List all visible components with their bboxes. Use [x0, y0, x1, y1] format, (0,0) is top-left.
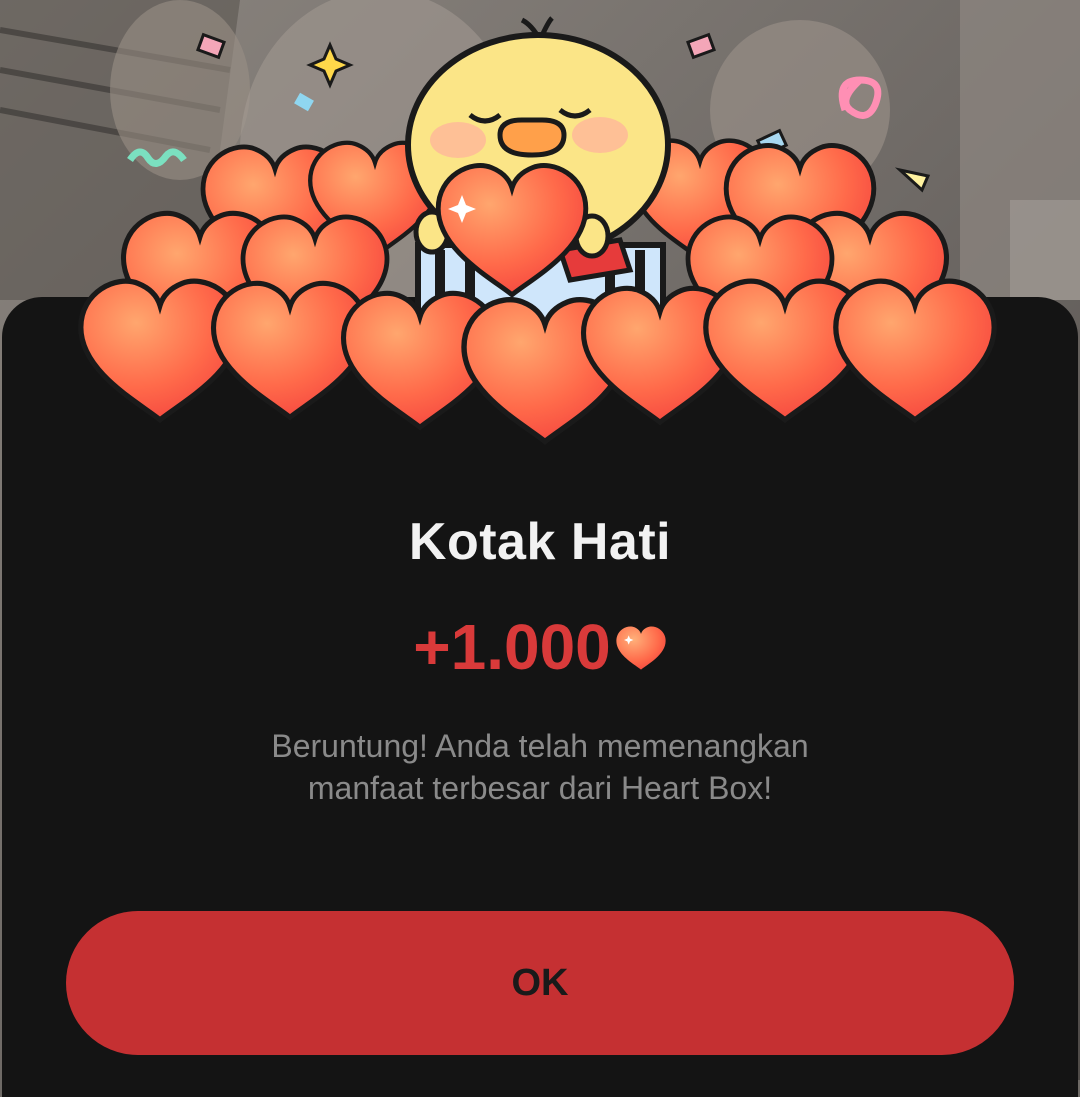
- reward-amount-row: +1.000: [0, 612, 1080, 682]
- duck-with-hearts-illustration: [0, 16, 1080, 450]
- reward-amount: +1.000: [413, 611, 611, 683]
- dialog-title: Kotak Hati: [408, 513, 672, 571]
- reward-message-line-1: Beruntung! Anda telah memenangkan: [271, 728, 809, 764]
- reward-message-line-2: manfaat terbesar dari Heart Box!: [307, 770, 773, 806]
- ok-button[interactable]: OK: [66, 911, 1014, 1055]
- ok-button-label: OK: [511, 961, 569, 1004]
- reward-message: Beruntung! Anda telah memenangkan manfaa…: [140, 725, 940, 809]
- heart-icon: [616, 626, 666, 670]
